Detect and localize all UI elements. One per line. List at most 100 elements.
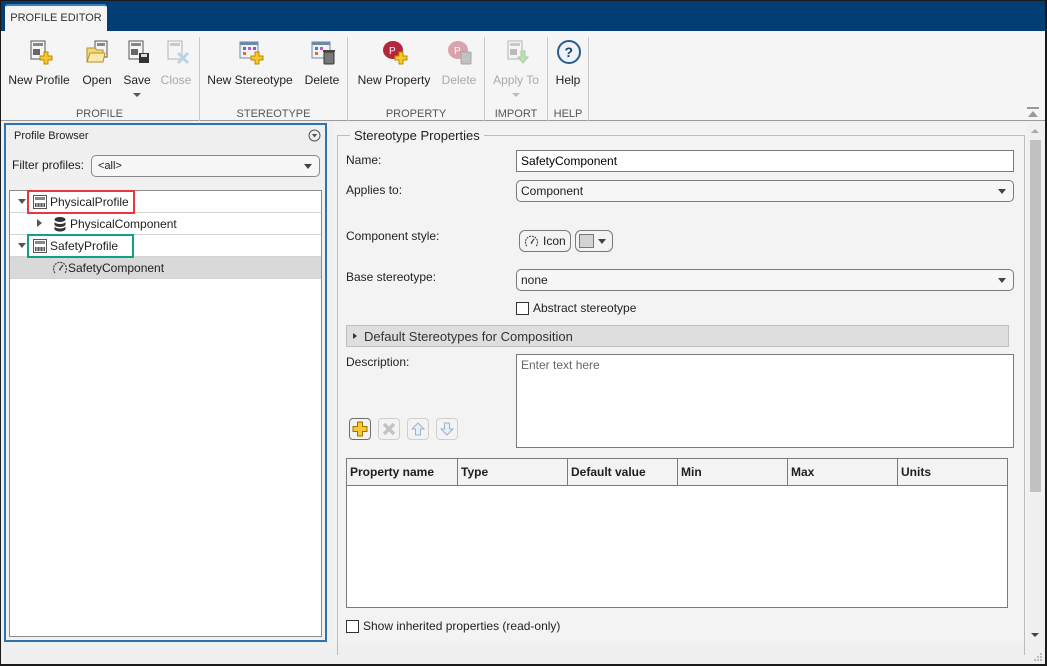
collapse-ribbon-icon[interactable] bbox=[1027, 107, 1039, 117]
new-property-button[interactable]: P New Property bbox=[353, 37, 435, 103]
name-label: Name: bbox=[346, 153, 382, 167]
applies-to-value: Component bbox=[521, 184, 584, 198]
delete-property-button[interactable]: P Delete bbox=[439, 37, 479, 103]
base-stereotype-dropdown[interactable]: none bbox=[516, 269, 1014, 291]
delete-stereotype-button[interactable]: Delete bbox=[301, 37, 343, 103]
component-style-icon-button[interactable]: Icon bbox=[519, 230, 571, 252]
new-profile-icon bbox=[30, 40, 53, 65]
ribbon-group-label: IMPORT bbox=[494, 108, 538, 120]
color-swatch bbox=[579, 234, 594, 248]
applies-to-dropdown[interactable]: Component bbox=[516, 180, 1014, 202]
chevron-down-icon bbox=[998, 189, 1006, 194]
column-header-min[interactable]: Min bbox=[678, 459, 788, 485]
ribbon-group-label: STEREOTYPE bbox=[236, 108, 311, 120]
svg-text:P: P bbox=[389, 46, 396, 57]
composition-section-label: Default Stereotypes for Composition bbox=[364, 329, 573, 344]
default-stereotypes-composition-section[interactable]: Default Stereotypes for Composition bbox=[346, 325, 1009, 347]
save-button[interactable]: Save bbox=[121, 37, 153, 103]
filter-profiles-dropdown[interactable]: <all> bbox=[91, 155, 320, 177]
chevron-down-icon bbox=[998, 278, 1006, 283]
ribbon-separator bbox=[484, 37, 485, 121]
profile-editor-window: PROFILE EDITOR New Profile Open Save Clo… bbox=[1, 1, 1045, 664]
ribbon-group-help: ? Help HELP bbox=[549, 37, 587, 121]
properties-table-header: Property name Type Default value Min Max… bbox=[347, 459, 1007, 486]
expand-toggle-icon[interactable] bbox=[18, 243, 26, 248]
remove-icon bbox=[382, 422, 396, 436]
add-property-button[interactable] bbox=[349, 418, 371, 440]
scrollbar-thumb[interactable] bbox=[1030, 140, 1041, 492]
expand-section-icon bbox=[353, 333, 357, 339]
close-profile-button[interactable]: Close bbox=[157, 37, 195, 103]
stereotype-properties-group: Stereotype Properties Name: Applies to: … bbox=[337, 128, 1025, 655]
component-style-label: Component style: bbox=[346, 229, 440, 243]
profile-icon bbox=[33, 195, 47, 209]
new-stereotype-icon bbox=[239, 41, 264, 65]
ribbon-group-label: PROFILE bbox=[75, 108, 124, 120]
component-style-color-picker[interactable] bbox=[575, 230, 613, 252]
ribbon-group-property: P New Property P Delete PROPERTY bbox=[349, 37, 483, 121]
tab-profile-editor[interactable]: PROFILE EDITOR bbox=[5, 4, 107, 32]
chevron-down-icon bbox=[598, 239, 606, 244]
tree-item-physical-component[interactable]: PhysicalComponent bbox=[10, 213, 321, 235]
open-folder-icon bbox=[86, 40, 108, 63]
column-header-max[interactable]: Max bbox=[788, 459, 898, 485]
column-header-type[interactable]: Type bbox=[458, 459, 568, 485]
expand-toggle-icon[interactable] bbox=[18, 199, 26, 204]
panel-menu-icon[interactable] bbox=[308, 129, 321, 142]
ribbon-group-label: HELP bbox=[553, 108, 583, 120]
move-property-up-button[interactable] bbox=[407, 418, 429, 440]
column-header-default-value[interactable]: Default value bbox=[568, 459, 678, 485]
gauge-icon bbox=[524, 235, 539, 247]
open-button[interactable]: Open bbox=[77, 37, 117, 103]
delete-property-icon: P bbox=[448, 41, 472, 65]
tree-item-physical-profile[interactable]: PhysicalProfile bbox=[10, 191, 321, 213]
stereotype-properties-panel: Stereotype Properties Name: Applies to: … bbox=[334, 123, 1027, 655]
new-stereotype-button[interactable]: New Stereotype bbox=[207, 37, 293, 103]
help-button[interactable]: ? Help bbox=[551, 37, 585, 103]
name-input[interactable] bbox=[516, 150, 1014, 172]
ribbon-toolbar: New Profile Open Save Close PROFILE New … bbox=[1, 31, 1045, 121]
ribbon-separator bbox=[199, 37, 200, 121]
filter-profiles-value: <all> bbox=[98, 160, 122, 172]
scroll-up-arrow-icon[interactable] bbox=[1031, 129, 1039, 133]
show-inherited-label: Show inherited properties (read-only) bbox=[363, 619, 561, 633]
apply-to-dropdown-caret[interactable] bbox=[512, 93, 520, 97]
ribbon-group-label: PROPERTY bbox=[385, 108, 447, 120]
gauge-icon bbox=[52, 261, 68, 274]
tree-item-safety-component[interactable]: SafetyComponent bbox=[10, 257, 321, 279]
new-profile-button[interactable]: New Profile bbox=[7, 37, 71, 103]
tree-item-label: PhysicalComponent bbox=[70, 217, 177, 231]
properties-table: Property name Type Default value Min Max… bbox=[346, 458, 1008, 608]
save-dropdown-caret[interactable] bbox=[133, 93, 141, 97]
expand-toggle-icon[interactable] bbox=[37, 219, 42, 227]
tree-item-safety-profile[interactable]: SafetyProfile bbox=[10, 235, 321, 257]
ribbon-separator bbox=[347, 37, 348, 121]
ribbon-separator bbox=[588, 37, 589, 121]
description-textarea[interactable] bbox=[516, 354, 1014, 448]
profile-icon bbox=[33, 239, 47, 253]
new-property-icon: P bbox=[383, 41, 408, 65]
properties-scrollbar[interactable] bbox=[1027, 123, 1043, 643]
remove-property-button[interactable] bbox=[378, 418, 400, 440]
resize-grip-icon[interactable] bbox=[1034, 653, 1042, 661]
tree-item-label: SafetyComponent bbox=[68, 261, 165, 275]
delete-stereotype-icon bbox=[311, 41, 335, 65]
database-icon bbox=[54, 217, 66, 232]
ribbon-separator bbox=[547, 37, 548, 121]
filter-profiles-label: Filter profiles: bbox=[12, 158, 85, 172]
base-stereotype-label: Base stereotype: bbox=[346, 270, 437, 284]
svg-text:P: P bbox=[454, 46, 461, 57]
profile-browser-title: Profile Browser bbox=[6, 125, 325, 147]
apply-to-button[interactable]: Apply To bbox=[488, 37, 544, 103]
scroll-down-arrow-icon[interactable] bbox=[1031, 633, 1039, 637]
profile-tree: PhysicalProfile PhysicalComponent Safety… bbox=[9, 190, 322, 637]
properties-table-body bbox=[347, 486, 1007, 607]
show-inherited-checkbox[interactable] bbox=[346, 620, 359, 633]
description-label: Description: bbox=[346, 355, 410, 369]
column-header-units[interactable]: Units bbox=[898, 459, 1007, 485]
abstract-stereotype-checkbox[interactable] bbox=[516, 302, 529, 315]
svg-text:?: ? bbox=[565, 44, 574, 60]
applies-to-label: Applies to: bbox=[346, 183, 403, 197]
move-property-down-button[interactable] bbox=[436, 418, 458, 440]
column-header-property-name[interactable]: Property name bbox=[347, 459, 458, 485]
